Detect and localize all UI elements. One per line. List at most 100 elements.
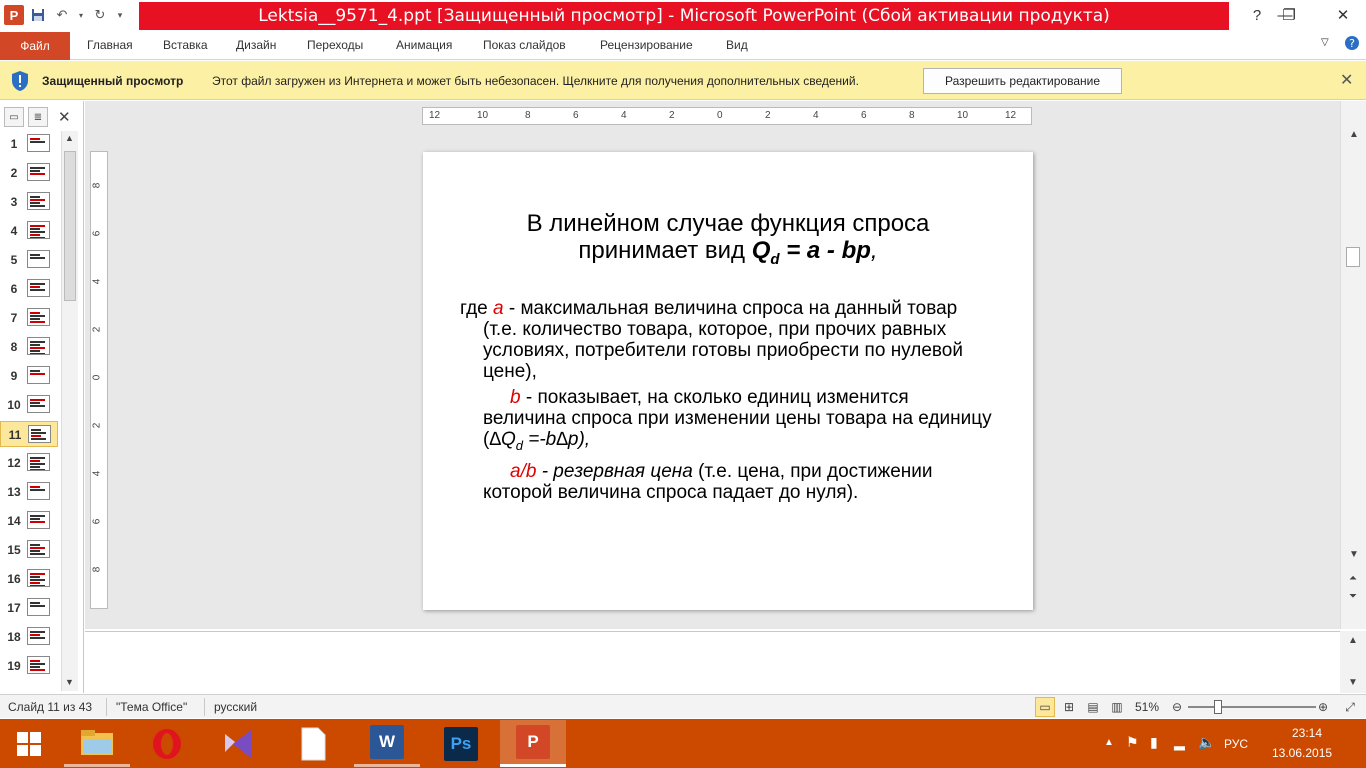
scroll-down-icon[interactable]: ▼ (65, 677, 74, 687)
var-a: a (493, 298, 504, 319)
tab-slideshow[interactable]: Показ слайдов (483, 38, 566, 52)
photoshop-taskbar-button[interactable]: Ps (428, 720, 494, 767)
close-panel-icon[interactable]: ✕ (58, 108, 71, 126)
zoom-in-icon[interactable]: ⊕ (1313, 697, 1333, 717)
slide-preview (27, 540, 50, 558)
tab-file[interactable]: Файл (0, 32, 70, 60)
outline-tab-icon[interactable]: ≣ (28, 107, 48, 127)
slide-thumbnail[interactable]: 16 (0, 566, 58, 592)
slide-thumbnail[interactable]: 15 (0, 537, 58, 563)
language-indicator[interactable]: русский (214, 700, 257, 714)
zoom-slider-thumb[interactable] (1214, 700, 1222, 714)
enable-editing-button[interactable]: Разрешить редактирование (923, 68, 1122, 94)
slide-title[interactable]: В линейном случае функция спроса принима… (473, 210, 983, 273)
slide-thumbnail[interactable]: 8 (0, 334, 58, 360)
next-slide-icon[interactable]: ⏷ (1349, 591, 1357, 602)
scroll-down-icon[interactable]: ▼ (1349, 549, 1359, 560)
slide-preview (27, 366, 50, 384)
slide-preview (27, 337, 50, 355)
slide-thumbnail[interactable]: 10 (0, 392, 58, 418)
slides-scrollbar[interactable]: ▲ ▼ (61, 131, 78, 691)
theme-name[interactable]: "Тема Office" (116, 700, 187, 714)
tab-insert[interactable]: Вставка (163, 38, 208, 52)
slideshow-icon[interactable]: ▥ (1107, 697, 1127, 717)
opera-taskbar-button[interactable] (134, 720, 200, 767)
battery-icon[interactable]: ▮ (1150, 734, 1158, 751)
slide-thumbnail[interactable]: 3 (0, 189, 58, 215)
ruler-tick-label: 8 (91, 182, 103, 189)
customize-qat-icon[interactable]: ▾ (114, 5, 126, 25)
help-circle-icon[interactable]: ? (1344, 35, 1360, 54)
slide-thumbnail[interactable]: 17 (0, 595, 58, 621)
start-button[interactable] (0, 720, 58, 767)
slide-thumbnail[interactable]: 13 (0, 479, 58, 505)
slide-scrollbar[interactable]: ▲ ▼ ⏶ ⏷ (1340, 101, 1366, 629)
show-hidden-icons-icon[interactable]: ▲ (1104, 737, 1114, 748)
scroll-thumb[interactable] (1346, 247, 1360, 267)
scroll-up-icon[interactable]: ▲ (65, 133, 74, 143)
slides-tab-icon[interactable]: ▭ (4, 107, 24, 127)
close-window-button[interactable]: ✕ (1320, 0, 1366, 30)
input-language[interactable]: РУС (1224, 737, 1248, 751)
slide-thumbnail[interactable]: 4 (0, 218, 58, 244)
slide-thumbnail[interactable]: 5 (0, 247, 58, 273)
restore-button[interactable]: ❐ (1266, 0, 1312, 30)
undo-icon[interactable]: ↶ (52, 5, 72, 25)
blank-document-taskbar-button[interactable] (280, 720, 346, 767)
slide-thumbnail[interactable]: 6 (0, 276, 58, 302)
tab-review[interactable]: Рецензирование (600, 38, 693, 52)
scroll-up-icon[interactable]: ▲ (1348, 635, 1358, 646)
close-icon[interactable]: ✕ (1340, 70, 1353, 90)
tab-animations[interactable]: Анимация (396, 38, 452, 52)
tab-view[interactable]: Вид (726, 38, 748, 52)
slide-thumbnail[interactable]: 1 (0, 131, 58, 157)
notes-pane[interactable] (85, 631, 1340, 693)
file-explorer-taskbar-button[interactable] (64, 720, 130, 767)
visual-studio-taskbar-button[interactable] (206, 720, 272, 767)
paragraph-a: где a - максимальная величина спроса на … (460, 298, 995, 382)
protected-view-message[interactable]: Этот файл загружен из Интернета и может … (212, 74, 859, 88)
action-center-flag-icon[interactable]: ⚑ (1126, 734, 1139, 751)
word-taskbar-button[interactable]: W (354, 720, 420, 767)
slide-body[interactable]: где a - максимальная величина спроса на … (460, 298, 995, 508)
slide-preview (27, 134, 50, 152)
folder-icon (81, 730, 113, 755)
zoom-out-icon[interactable]: ⊖ (1167, 697, 1187, 717)
fit-to-window-icon[interactable]: ⤢ (1340, 697, 1360, 717)
powerpoint-taskbar-button[interactable]: P (500, 720, 566, 767)
zoom-slider[interactable] (1188, 706, 1316, 708)
slide-thumbnail[interactable]: 12 (0, 450, 58, 476)
network-icon[interactable]: ▂ (1174, 734, 1185, 751)
slide-thumbnail[interactable]: 19 (0, 653, 58, 679)
slide-thumbnail[interactable]: 2 (0, 160, 58, 186)
slide-number: 5 (10, 253, 18, 267)
slide-thumbnail[interactable]: 11 (0, 421, 58, 447)
clock-date[interactable]: 13.06.2015 (1272, 746, 1332, 760)
tab-home[interactable]: Главная (87, 38, 133, 52)
ribbon-collapse-icon[interactable]: ▽ (1321, 37, 1329, 48)
scroll-up-icon[interactable]: ▲ (1349, 129, 1359, 140)
slide-thumbnail[interactable]: 18 (0, 624, 58, 650)
notes-scrollbar[interactable]: ▲ ▼ (1340, 631, 1366, 693)
window-title: Lektsia__9571_4.ppt [Защищенный просмотр… (258, 6, 1110, 26)
scroll-thumb[interactable] (64, 151, 76, 301)
slide-thumbnail[interactable]: 7 (0, 305, 58, 331)
reading-view-icon[interactable]: ▤ (1083, 697, 1103, 717)
slide-thumbnail[interactable]: 14 (0, 508, 58, 534)
previous-slide-icon[interactable]: ⏶ (1349, 573, 1357, 584)
title-bar: P ↶ ▾ ↻ ▾ Lektsia__9571_4.ppt [Защищенны… (0, 0, 1366, 30)
undo-dropdown-icon[interactable]: ▾ (76, 5, 86, 25)
powerpoint-app-icon[interactable]: P (4, 5, 24, 25)
save-icon[interactable] (28, 5, 48, 25)
zoom-level[interactable]: 51% (1135, 700, 1159, 714)
slide-sorter-icon[interactable]: ⊞ (1059, 697, 1079, 717)
volume-icon[interactable]: 🔈 (1198, 734, 1215, 751)
redo-icon[interactable]: ↻ (90, 5, 110, 25)
slide-thumbnail[interactable]: 9 (0, 363, 58, 389)
clock-time[interactable]: 23:14 (1292, 726, 1322, 740)
slide-canvas[interactable]: В линейном случае функция спроса принима… (423, 152, 1033, 610)
tab-transitions[interactable]: Переходы (307, 38, 363, 52)
scroll-down-icon[interactable]: ▼ (1348, 677, 1358, 688)
tab-design[interactable]: Дизайн (236, 38, 276, 52)
normal-view-icon[interactable]: ▭ (1035, 697, 1055, 717)
